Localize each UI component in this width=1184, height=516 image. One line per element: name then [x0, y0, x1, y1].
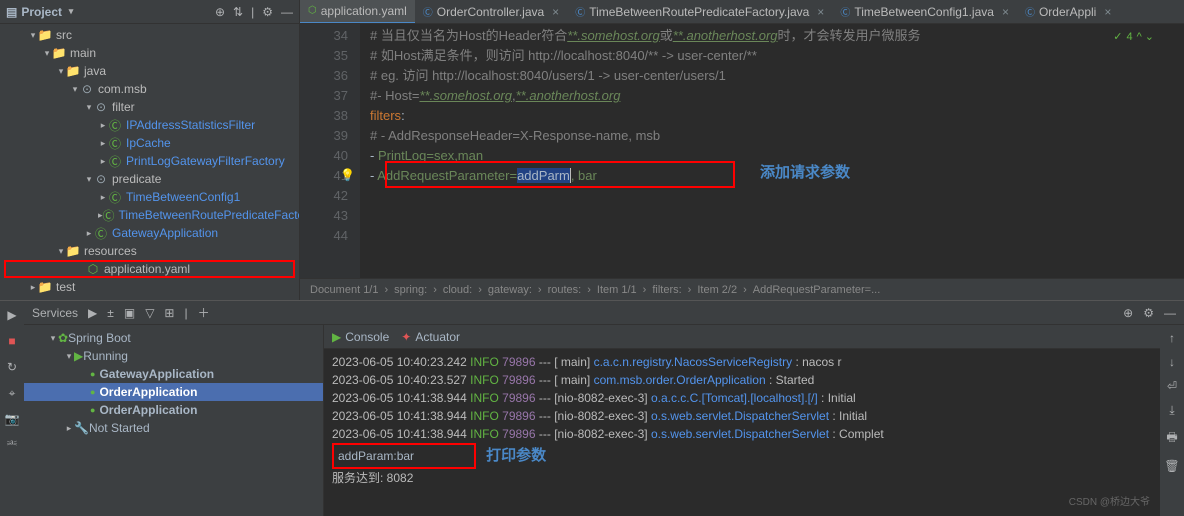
code-area[interactable]: 3435363738394041424344 💡 添加请求参数 # 当且仅当名为… — [300, 24, 1184, 278]
clear-icon[interactable]: 🗑 — [1164, 459, 1179, 473]
console-output[interactable]: 2023-06-05 10:40:23.242 INFO 79896 --- [… — [324, 349, 1160, 516]
breadcrumb-item[interactable]: Item 1/1 — [597, 284, 637, 296]
breadcrumb-item[interactable]: spring: — [394, 284, 427, 296]
target-icon[interactable]: ⊕ — [1123, 306, 1133, 320]
code-content[interactable]: 💡 添加请求参数 # 当且仅当名为Host的Header符合**.somehos… — [360, 24, 1184, 278]
filter-icon[interactable]: ▽ — [145, 306, 154, 320]
layout-icon[interactable]: ▣ — [124, 306, 135, 320]
project-tree[interactable]: ▾📁src▾📁main▾📁java▾⊙com.msb▾⊙filter▸ⒸIPAd… — [0, 24, 299, 300]
chevron-down-icon[interactable]: ▾ — [66, 6, 76, 17]
breadcrumb-item[interactable]: Item 2/2 — [697, 284, 737, 296]
services-tree-node[interactable]: ●GatewayApplication — [24, 365, 323, 383]
tree-node[interactable]: ▾⊙predicate — [0, 170, 299, 188]
services-tree[interactable]: ▾✿ Spring Boot▾▶ Running●GatewayApplicat… — [24, 325, 324, 516]
plus-icon[interactable]: ＋ — [198, 304, 210, 321]
services-tree-node[interactable]: ●OrderApplication — [24, 401, 323, 419]
play-icon: ▶ — [332, 330, 341, 344]
breadcrumb-item[interactable]: cloud: — [443, 284, 472, 296]
restart-icon[interactable]: ↻ — [4, 359, 20, 375]
close-icon[interactable]: × — [1104, 5, 1111, 19]
breadcrumb-item[interactable]: AddRequestParameter=... — [753, 284, 881, 296]
tree-node[interactable]: ▸ⒸPrintLogGatewayFilterFactory — [0, 152, 299, 170]
console-right-toolstrip: ↑ ↓ ⏎ ⤓ 🖶 🗑 — [1160, 325, 1184, 516]
group-icon[interactable]: ⊞ — [164, 306, 174, 320]
services-tree-node[interactable]: ▾▶ Running — [24, 347, 323, 365]
breadcrumb-item[interactable]: routes: — [548, 284, 582, 296]
tree-node[interactable]: ▸ⒸIPAddressStatisticsFilter — [0, 116, 299, 134]
project-title: Project — [21, 5, 62, 19]
tree-node[interactable]: ▾📁resources — [0, 242, 299, 260]
hide-icon[interactable]: — — [281, 5, 293, 19]
project-panel: ▤ Project ▾ ⊕ ⇅ | ⚙ — ▾📁src▾📁main▾📁java▾… — [0, 0, 300, 300]
actuator-icon: ✦ — [401, 330, 411, 344]
tree-node[interactable]: ▾⊙filter — [0, 98, 299, 116]
tab-console[interactable]: ▶ Console — [332, 330, 389, 344]
tree-node[interactable]: ▸ⒸIpCache — [0, 134, 299, 152]
inspection-widget[interactable]: ✓ 4 ^ ⌄ — [1113, 30, 1154, 43]
camera-icon[interactable]: 📷 — [4, 411, 20, 427]
settings-icon[interactable]: ⎃ — [4, 437, 20, 453]
divider: | — [184, 306, 187, 320]
services-title: Services — [32, 306, 78, 320]
breadcrumb-item[interactable]: Document 1/1 — [310, 284, 378, 296]
breadcrumb-item[interactable]: gateway: — [488, 284, 532, 296]
editor-panel: ⬡ application.yamlⒸ OrderController.java… — [300, 0, 1184, 300]
print-icon[interactable]: 🖶 — [1166, 428, 1177, 449]
services-left-toolstrip: ▶ ■ ↻ ⌖ 📷 ⎃ — [0, 301, 24, 516]
add-icon[interactable]: ▶ — [88, 306, 97, 320]
run-icon[interactable]: ▶ — [4, 307, 20, 323]
intention-bulb-icon[interactable]: 💡 — [340, 165, 355, 185]
tree-node[interactable]: ▸ⒸTimeBetweenConfig1 — [0, 188, 299, 206]
tree-node[interactable]: ▾📁src — [0, 26, 299, 44]
editor-tab[interactable]: ⬡ application.yaml — [300, 0, 415, 24]
tree-node[interactable]: ▸ⒸGatewayApplication — [0, 224, 299, 242]
tree-icon[interactable]: ± — [107, 306, 114, 320]
tree-node[interactable]: ⬡application.yaml — [4, 260, 295, 278]
project-header: ▤ Project ▾ ⊕ ⇅ | ⚙ — — [0, 0, 299, 24]
debug-icon[interactable]: ⌖ — [4, 385, 20, 401]
services-tree-node[interactable]: ●OrderApplication — [24, 383, 323, 401]
down-icon[interactable]: ↓ — [1169, 355, 1175, 369]
editor-tab[interactable]: Ⓒ OrderController.java × — [415, 0, 567, 24]
tree-node[interactable]: ▾📁java — [0, 62, 299, 80]
editor-tab[interactable]: Ⓒ TimeBetweenConfig1.java × — [832, 0, 1017, 24]
tree-node[interactable]: ▾⊙com.msb — [0, 80, 299, 98]
close-icon[interactable]: × — [552, 5, 559, 19]
tab-actuator[interactable]: ✦ Actuator — [401, 330, 460, 344]
console-tabs: ▶ Console ✦ Actuator — [324, 325, 1160, 349]
annotation-add-param: 添加请求参数 — [760, 163, 850, 183]
up-icon[interactable]: ↑ — [1169, 331, 1175, 345]
stop-icon[interactable]: ■ — [4, 333, 20, 349]
target-icon[interactable]: ⊕ — [215, 5, 225, 19]
scroll-icon[interactable]: ⤓ — [1169, 403, 1174, 418]
close-icon[interactable]: × — [817, 5, 824, 19]
gutter: 3435363738394041424344 — [300, 24, 360, 278]
tree-node[interactable]: ▸ⒸTimeBetweenRoutePredicateFactory — [0, 206, 299, 224]
editor-tabs: ⬡ application.yamlⒸ OrderController.java… — [300, 0, 1184, 24]
services-panel: ▶ ■ ↻ ⌖ 📷 ⎃ Services ▶ ± ▣ ▽ ⊞ | ＋ ⊕ ⚙ — — [0, 300, 1184, 516]
highlight-box-1 — [385, 161, 735, 188]
editor-tab[interactable]: Ⓒ OrderAppli × — [1017, 0, 1119, 24]
expand-icon[interactable]: ⇅ — [233, 5, 243, 19]
breadcrumb-item[interactable]: filters: — [652, 284, 681, 296]
wrap-icon[interactable]: ⏎ — [1167, 379, 1177, 393]
breadcrumb[interactable]: Document 1/1›spring:›cloud:›gateway:›rou… — [300, 278, 1184, 300]
gear-icon[interactable]: ⚙ — [262, 5, 273, 19]
hide-icon[interactable]: — — [1164, 306, 1176, 320]
close-icon[interactable]: × — [1002, 5, 1009, 19]
gear-icon[interactable]: ⚙ — [1143, 306, 1154, 320]
editor-tab[interactable]: Ⓒ TimeBetweenRoutePredicateFactory.java … — [567, 0, 832, 24]
tree-node[interactable]: ▸📁test — [0, 278, 299, 296]
services-tree-node[interactable]: ▾✿ Spring Boot — [24, 329, 323, 347]
services-header: Services ▶ ± ▣ ▽ ⊞ | ＋ ⊕ ⚙ — — [24, 301, 1184, 325]
folder-icon: ▤ — [6, 5, 17, 19]
divider: | — [251, 5, 254, 19]
services-tree-node[interactable]: ▸🔧 Not Started — [24, 419, 323, 437]
tree-node[interactable]: ▾📁main — [0, 44, 299, 62]
